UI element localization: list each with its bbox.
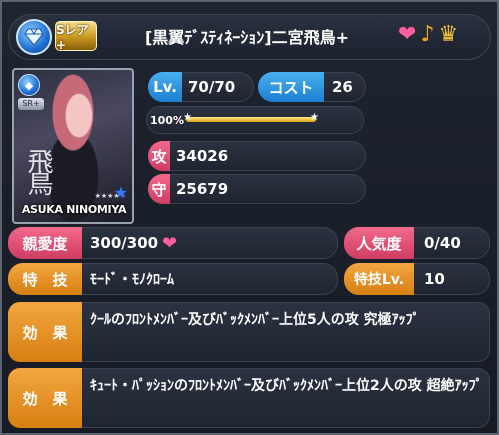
level-value: 70/70 [188,78,236,96]
diamond-icon [16,19,52,55]
heart-icon: ❤ [162,232,178,254]
star-icon: ★ [310,112,319,123]
crown-icon: ♛ [438,22,459,47]
affection-value: 300/300 [90,234,159,252]
affection-label: 親愛度 [8,227,82,259]
skill-label: 特 技 [8,263,82,295]
rarity-badge: Sレア+ [55,21,97,52]
effect-label-2: 効 果 [8,368,82,428]
exp-gauge [186,117,316,122]
level-label: Lv. [148,72,182,102]
effect-text-2: ｷｭｰﾄ・ﾊﾟｯｼｮﾝのﾌﾛﾝﾄﾒﾝﾊﾞｰ及びﾊﾞｯｸﾒﾝﾊﾞｰ上位2人の攻 超… [90,378,483,394]
portrait-name: ASUKA NINOMIYA [21,203,127,216]
attack-value: 34026 [176,147,229,165]
card-portrait[interactable]: ◆ SR+ 飛鳥 ★★★★☆ ★ ASUKA NINOMIYA [12,68,134,224]
defense-value: 25679 [176,180,229,198]
star-icon: ★ [183,112,192,123]
popularity-value: 0/40 [424,234,461,252]
skill-name: ﾓｰﾄﾞ・ﾓﾉｸﾛｰﾑ [90,272,174,288]
attack-label: 攻 [148,141,170,171]
skill-level-value: 10 [424,270,445,288]
exp-percent: 100% [150,113,184,127]
cost-label: コスト [258,72,324,102]
diamond-icon: ◆ [18,74,40,96]
defense-label: 守 [148,174,170,204]
exp-gauge-fill [186,117,316,122]
heart-icon: ❤ [398,22,417,47]
attribute-icons: ❤ ♪ ♛ [398,22,458,50]
skill-level-label: 特技Lv. [344,263,414,295]
portrait-rarity: SR+ [18,98,44,110]
popularity-label: 人気度 [344,227,414,259]
effect-text-1: ｸｰﾙのﾌﾛﾝﾄﾒﾝﾊﾞｰ及びﾊﾞｯｸﾒﾝﾊﾞｰ上位5人の攻 究極ｱｯﾌﾟ [90,312,420,328]
effect-label-1: 効 果 [8,302,82,362]
cool-type-icon [24,28,44,46]
star-icon: ★ [113,183,128,202]
card-title: [黒翼ﾃﾞｽﾃｨﾈｰｼｮﾝ]二宮飛鳥+ [144,28,350,47]
cost-value: 26 [332,78,353,96]
portrait-kanji: 飛鳥 [23,148,53,192]
note-icon: ♪ [420,22,435,47]
